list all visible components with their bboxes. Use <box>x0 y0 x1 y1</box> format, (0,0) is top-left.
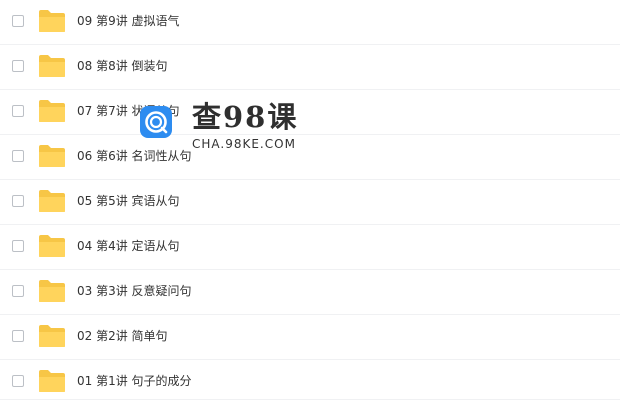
list-item[interactable]: 07 第7讲 状语从句 <box>0 90 620 135</box>
list-item[interactable]: 06 第6讲 名词性从句 <box>0 135 620 180</box>
folder-icon <box>39 100 65 122</box>
watermark-logo-icon <box>140 106 172 138</box>
list-item[interactable]: 03 第3讲 反意疑问句 <box>0 270 620 315</box>
select-checkbox[interactable] <box>12 375 24 387</box>
list-item[interactable]: 09 第9讲 虚拟语气 <box>0 0 620 45</box>
folder-icon <box>39 280 65 302</box>
folder-name[interactable]: 04 第4讲 定语从句 <box>77 238 180 254</box>
folder-name[interactable]: 02 第2讲 简单句 <box>77 328 168 344</box>
select-checkbox[interactable] <box>12 105 24 117</box>
folder-icon <box>39 325 65 347</box>
select-checkbox[interactable] <box>12 60 24 72</box>
folder-name[interactable]: 08 第8讲 倒装句 <box>77 58 168 74</box>
select-checkbox[interactable] <box>12 240 24 252</box>
select-checkbox[interactable] <box>12 15 24 27</box>
folder-icon <box>39 190 65 212</box>
folder-name[interactable]: 05 第5讲 宾语从句 <box>77 193 180 209</box>
list-item[interactable]: 05 第5讲 宾语从句 <box>0 180 620 225</box>
folder-icon <box>39 370 65 392</box>
watermark-subtitle: CHA.98KE.COM <box>192 137 296 151</box>
list-item[interactable]: 08 第8讲 倒装句 <box>0 45 620 90</box>
select-checkbox[interactable] <box>12 150 24 162</box>
select-checkbox[interactable] <box>12 285 24 297</box>
list-item[interactable]: 01 第1讲 句子的成分 <box>0 360 620 400</box>
folder-icon <box>39 145 65 167</box>
folder-list: 09 第9讲 虚拟语气 08 第8讲 倒装句 07 第7讲 状语从句 06 第6… <box>0 0 620 400</box>
list-item[interactable]: 04 第4讲 定语从句 <box>0 225 620 270</box>
list-item[interactable]: 02 第2讲 简单句 <box>0 315 620 360</box>
folder-icon <box>39 55 65 77</box>
folder-icon <box>39 10 65 32</box>
watermark: 查98课 CHA.98KE.COM <box>140 100 310 160</box>
watermark-title: 查98课 <box>192 100 299 134</box>
folder-name[interactable]: 01 第1讲 句子的成分 <box>77 373 192 389</box>
select-checkbox[interactable] <box>12 330 24 342</box>
folder-icon <box>39 235 65 257</box>
folder-name[interactable]: 09 第9讲 虚拟语气 <box>77 13 180 29</box>
folder-name[interactable]: 03 第3讲 反意疑问句 <box>77 283 192 299</box>
select-checkbox[interactable] <box>12 195 24 207</box>
